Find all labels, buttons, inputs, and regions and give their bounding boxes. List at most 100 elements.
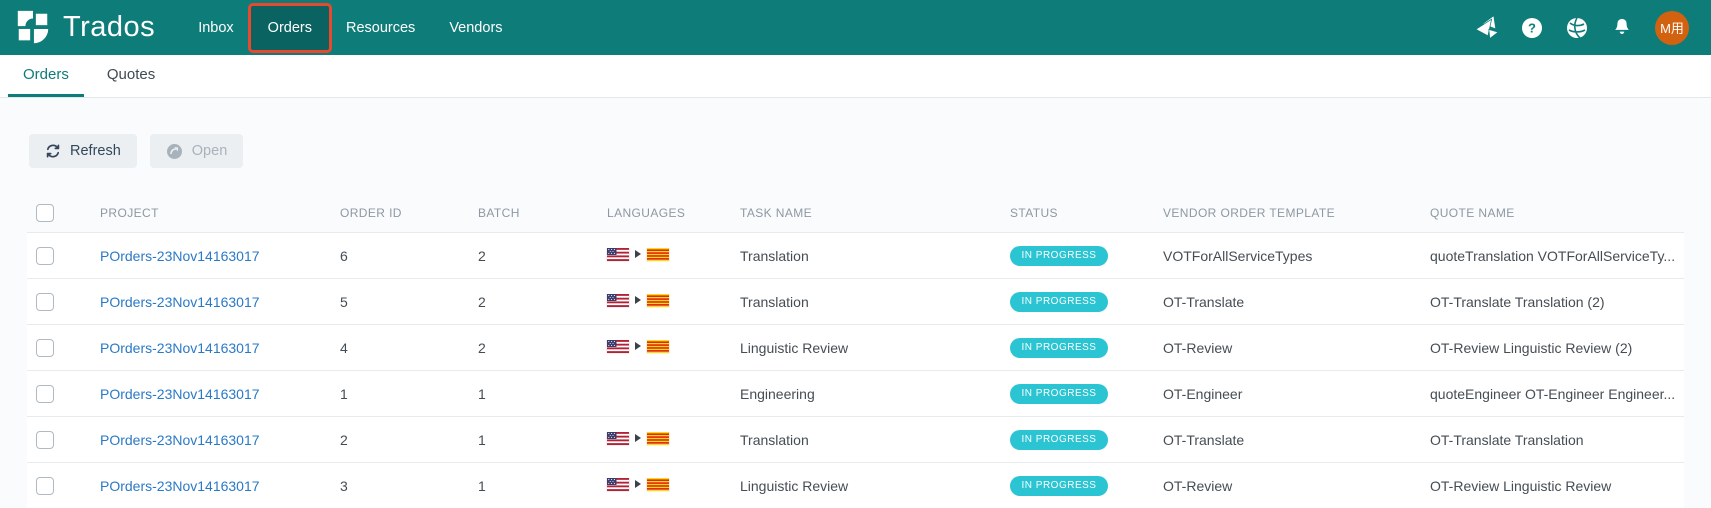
order-id-value: 3 [331, 478, 469, 494]
batch-value: 1 [469, 386, 598, 402]
batch-value: 2 [469, 340, 598, 356]
row-checkbox[interactable] [36, 477, 54, 495]
status-badge: IN PROGRESS [1010, 430, 1108, 450]
navbar-actions: ? M用 [1475, 11, 1711, 45]
refresh-icon [45, 143, 61, 159]
language-pair [607, 340, 669, 353]
select-all-checkbox[interactable] [36, 204, 54, 222]
row-checkbox[interactable] [36, 293, 54, 311]
status-badge: IN PROGRESS [1010, 476, 1108, 496]
nav-item-resources[interactable]: Resources [329, 6, 432, 50]
table-row[interactable]: POrders-23Nov14163017 2 1 [27, 416, 1684, 462]
quote-name-value: OT-Review Linguistic Review (2) [1421, 340, 1684, 356]
open-button-label: Open [192, 143, 227, 159]
row-checkbox[interactable] [36, 247, 54, 265]
status-badge: IN PROGRESS [1010, 384, 1108, 404]
task-name-value: Linguistic Review [731, 340, 1001, 356]
column-header-status[interactable]: STATUS [1001, 206, 1154, 220]
open-icon [166, 143, 183, 160]
us-flag-icon [607, 340, 629, 353]
task-name-value: Translation [731, 432, 1001, 448]
top-navbar: Trados Inbox Orders Resources Vendors ? [0, 0, 1711, 55]
us-flag-icon [607, 478, 629, 491]
vendor-order-template-value: OT-Engineer [1154, 386, 1421, 402]
table-header-row: PROJECT ORDER ID BATCH LANGUAGES TASK NA… [27, 194, 1684, 232]
order-id-value: 4 [331, 340, 469, 356]
batch-value: 1 [469, 478, 598, 494]
language-direction-arrow-icon [635, 434, 641, 442]
language-pair [607, 478, 669, 491]
project-link[interactable]: POrders-23Nov14163017 [100, 248, 260, 264]
column-header-languages[interactable]: LANGUAGES [598, 206, 731, 220]
batch-value: 2 [469, 294, 598, 310]
order-id-value: 5 [331, 294, 469, 310]
table-row[interactable]: POrders-23Nov14163017 6 2 [27, 232, 1684, 278]
catalonia-flag-icon [647, 478, 669, 491]
user-avatar[interactable]: M用 [1655, 11, 1689, 45]
quote-name-value: OT-Translate Translation (2) [1421, 294, 1684, 310]
row-checkbox[interactable] [36, 385, 54, 403]
vendor-order-template-value: OT-Review [1154, 340, 1421, 356]
language-direction-arrow-icon [635, 250, 641, 258]
catalonia-flag-icon [647, 432, 669, 445]
orders-table: PROJECT ORDER ID BATCH LANGUAGES TASK NA… [27, 194, 1684, 508]
trados-logo[interactable]: Trados [14, 9, 155, 47]
language-direction-arrow-icon [635, 480, 641, 488]
nav-item-orders[interactable]: Orders [251, 6, 329, 50]
us-flag-icon [607, 248, 629, 261]
vendor-order-template-value: OT-Review [1154, 478, 1421, 494]
project-link[interactable]: POrders-23Nov14163017 [100, 294, 260, 310]
task-name-value: Translation [731, 294, 1001, 310]
refresh-button[interactable]: Refresh [29, 134, 137, 168]
table-row[interactable]: POrders-23Nov14163017 4 2 [27, 324, 1684, 370]
task-name-value: Linguistic Review [731, 478, 1001, 494]
quote-name-value: quoteTranslation VOTForAllServiceTy... [1421, 248, 1684, 264]
order-id-value: 6 [331, 248, 469, 264]
refresh-button-label: Refresh [70, 143, 121, 159]
orders-toolbar: Refresh Open [29, 134, 1711, 168]
project-link[interactable]: POrders-23Nov14163017 [100, 432, 260, 448]
column-header-task-name[interactable]: TASK NAME [731, 206, 1001, 220]
quote-name-value: OT-Review Linguistic Review [1421, 478, 1684, 494]
trados-logo-icon [14, 9, 52, 47]
whats-new-icon[interactable] [1475, 16, 1499, 40]
tab-quotes[interactable]: Quotes [92, 55, 170, 97]
quote-name-value: quoteEngineer OT-Engineer Engineer... [1421, 386, 1684, 402]
table-row[interactable]: POrders-23Nov14163017 5 2 [27, 278, 1684, 324]
language-pair [607, 294, 669, 307]
globe-icon[interactable] [1565, 16, 1589, 40]
language-pair [607, 248, 669, 261]
column-header-order-id[interactable]: ORDER ID [331, 206, 469, 220]
bell-icon[interactable] [1610, 16, 1634, 40]
project-link[interactable]: POrders-23Nov14163017 [100, 340, 260, 356]
orders-tabbar: Orders Quotes [0, 55, 1711, 98]
nav-item-vendors[interactable]: Vendors [432, 6, 519, 50]
column-header-project[interactable]: PROJECT [91, 206, 331, 220]
project-link[interactable]: POrders-23Nov14163017 [100, 386, 260, 402]
quote-name-value: OT-Translate Translation [1421, 432, 1684, 448]
brand-name: Trados [63, 11, 155, 44]
project-link[interactable]: POrders-23Nov14163017 [100, 478, 260, 494]
table-row[interactable]: POrders-23Nov14163017 1 1 [27, 370, 1684, 416]
language-pair [607, 432, 669, 445]
main-nav: Inbox Orders Resources Vendors [181, 0, 519, 55]
task-name-value: Translation [731, 248, 1001, 264]
vendor-order-template-value: OT-Translate [1154, 432, 1421, 448]
column-header-vendor-order-template[interactable]: VENDOR ORDER TEMPLATE [1154, 206, 1421, 220]
us-flag-icon [607, 432, 629, 445]
catalonia-flag-icon [647, 248, 669, 261]
vendor-order-template-value: VOTForAllServiceTypes [1154, 248, 1421, 264]
row-checkbox[interactable] [36, 339, 54, 357]
column-header-batch[interactable]: BATCH [469, 206, 598, 220]
open-button[interactable]: Open [150, 134, 243, 168]
nav-item-inbox[interactable]: Inbox [181, 6, 250, 50]
tab-orders[interactable]: Orders [8, 55, 84, 97]
table-row[interactable]: POrders-23Nov14163017 3 1 [27, 462, 1684, 508]
batch-value: 1 [469, 432, 598, 448]
status-badge: IN PROGRESS [1010, 338, 1108, 358]
column-header-quote-name[interactable]: QUOTE NAME [1421, 206, 1684, 220]
help-icon[interactable]: ? [1520, 16, 1544, 40]
task-name-value: Engineering [731, 386, 1001, 402]
row-checkbox[interactable] [36, 431, 54, 449]
status-badge: IN PROGRESS [1010, 292, 1108, 312]
